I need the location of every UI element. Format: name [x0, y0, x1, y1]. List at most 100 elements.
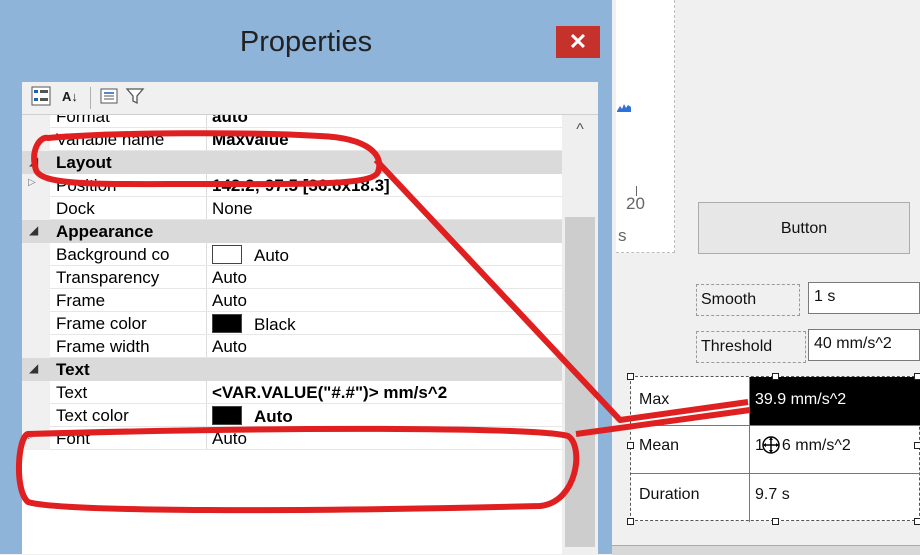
- property-row[interactable]: Text color Auto: [22, 404, 562, 427]
- property-value-text: Auto: [212, 291, 247, 310]
- expand-arrow-icon[interactable]: ▷: [28, 177, 36, 188]
- max-label[interactable]: Max: [639, 389, 669, 411]
- alphabetical-sort-icon[interactable]: A↓: [56, 86, 84, 108]
- form-designer: 20 s Button Smooth 1 s Threshold 40 mm/s…: [612, 0, 920, 555]
- property-value[interactable]: 142.2; 97.5 [36.6x18.3]: [212, 176, 390, 196]
- row-gutter: [22, 197, 50, 220]
- property-row[interactable]: ▷ Font Auto: [22, 427, 562, 450]
- threshold-label[interactable]: Threshold: [696, 331, 806, 363]
- property-value[interactable]: Auto: [212, 406, 293, 427]
- axis-unit-label: s: [618, 226, 627, 245]
- property-row[interactable]: Frame width Auto: [22, 335, 562, 358]
- property-value-text: auto: [212, 115, 248, 126]
- color-swatch[interactable]: [212, 245, 242, 264]
- column-divider: [749, 377, 750, 522]
- property-row[interactable]: Background co Auto: [22, 243, 562, 266]
- property-row[interactable]: ▷ Position 142.2; 97.5 [36.6x18.3]: [22, 174, 562, 197]
- resize-handle[interactable]: [627, 442, 634, 449]
- property-row[interactable]: Transparency Auto: [22, 266, 562, 289]
- property-toolbar: A↓: [22, 82, 598, 115]
- category-appearance[interactable]: ◢ Appearance: [22, 220, 562, 243]
- axis-tick-label: 20: [626, 194, 645, 213]
- property-name: Text: [56, 383, 88, 402]
- property-value-text: Auto: [212, 268, 247, 287]
- resize-handle[interactable]: [772, 518, 779, 525]
- duration-label[interactable]: Duration: [639, 484, 699, 506]
- property-pages-icon[interactable]: [98, 86, 120, 108]
- property-name: Font: [56, 429, 91, 448]
- button-control[interactable]: Button: [698, 202, 910, 254]
- row-separator: [50, 449, 562, 450]
- collapse-arrow-icon[interactable]: ◢: [29, 223, 38, 237]
- properties-window: Properties ✕ A↓ Format auto Variable name M…: [0, 0, 612, 554]
- column-divider: [206, 174, 207, 197]
- property-row[interactable]: Dock None: [22, 197, 562, 220]
- category-label: Text: [56, 360, 90, 379]
- property-value[interactable]: Maxvalue: [212, 130, 289, 150]
- property-value[interactable]: None: [212, 199, 253, 219]
- category-layout[interactable]: ◢ Layout: [22, 151, 562, 174]
- scroll-up-arrow-icon[interactable]: ^: [562, 121, 598, 141]
- property-row[interactable]: Frame Auto: [22, 289, 562, 312]
- expand-arrow-icon[interactable]: ▷: [28, 430, 36, 441]
- row-gutter: [22, 427, 50, 450]
- property-row[interactable]: Variable name Maxvalue: [22, 128, 562, 151]
- scroll-thumb[interactable]: [565, 217, 595, 547]
- property-name: Frame: [56, 291, 106, 310]
- color-swatch[interactable]: [212, 406, 242, 425]
- column-divider: [206, 289, 207, 312]
- resize-handle[interactable]: [627, 373, 634, 380]
- row-gutter: [22, 243, 50, 266]
- property-row[interactable]: Format auto: [22, 115, 562, 128]
- column-divider: [206, 266, 207, 289]
- category-text[interactable]: ◢ Text: [22, 358, 562, 381]
- property-value[interactable]: auto: [212, 115, 248, 127]
- property-name: Format: [56, 115, 110, 126]
- property-name: Frame color: [56, 314, 147, 333]
- close-button[interactable]: ✕: [556, 26, 600, 58]
- property-value[interactable]: Auto: [212, 429, 247, 449]
- plot-area[interactable]: 20 s: [616, 0, 675, 253]
- property-name: Dock: [56, 199, 95, 218]
- row-gutter: [22, 312, 50, 335]
- close-icon: ✕: [568, 29, 588, 54]
- property-value-text: 142.2; 97.5 [36.6x18.3]: [212, 176, 390, 195]
- column-divider: [206, 243, 207, 266]
- filter-icon[interactable]: [124, 86, 146, 108]
- mean-label[interactable]: Mean: [639, 435, 679, 457]
- row-divider: [631, 425, 920, 426]
- property-value[interactable]: Black: [212, 314, 296, 335]
- resize-handle[interactable]: [914, 373, 920, 380]
- smooth-input[interactable]: 1 s: [808, 282, 920, 314]
- max-value[interactable]: 39.9 mm/s^2: [755, 389, 846, 411]
- category-label: Appearance: [56, 222, 154, 241]
- vertical-scrollbar[interactable]: ^: [562, 115, 598, 554]
- resize-handle[interactable]: [914, 442, 920, 449]
- resize-handle[interactable]: [914, 518, 920, 525]
- property-name: Background co: [56, 245, 170, 264]
- row-gutter: [22, 128, 50, 151]
- collapse-arrow-icon[interactable]: ◢: [29, 154, 38, 168]
- duration-value[interactable]: 9.7 s: [755, 484, 790, 506]
- title-bar: Properties ✕: [0, 0, 612, 82]
- property-row[interactable]: Frame color Black: [22, 312, 562, 335]
- property-value[interactable]: Auto: [212, 337, 247, 357]
- collapse-arrow-icon[interactable]: ◢: [29, 361, 38, 375]
- resize-handle[interactable]: [627, 518, 634, 525]
- signal-trace: [617, 104, 631, 112]
- resize-handle[interactable]: [772, 373, 779, 380]
- statistics-table[interactable]: Max 39.9 mm/s^2 Mean 16 mm/s^2 Duration …: [630, 376, 920, 522]
- property-value[interactable]: Auto: [212, 245, 289, 266]
- smooth-label[interactable]: Smooth: [696, 284, 800, 316]
- categorized-icon[interactable]: [30, 86, 52, 108]
- property-value-text: None: [212, 199, 253, 218]
- property-value-text: Maxvalue: [212, 130, 289, 149]
- property-value[interactable]: Auto: [212, 268, 247, 288]
- property-value[interactable]: <VAR.VALUE("#.#")> mm/s^2: [212, 383, 447, 403]
- property-value-text: <VAR.VALUE("#.#")> mm/s^2: [212, 383, 448, 402]
- row-gutter: [22, 404, 50, 427]
- property-row[interactable]: Text <VAR.VALUE("#.#")> mm/s^2: [22, 381, 562, 404]
- property-value[interactable]: Auto: [212, 291, 247, 311]
- color-swatch[interactable]: [212, 314, 242, 333]
- threshold-input[interactable]: 40 mm/s^2: [808, 329, 920, 361]
